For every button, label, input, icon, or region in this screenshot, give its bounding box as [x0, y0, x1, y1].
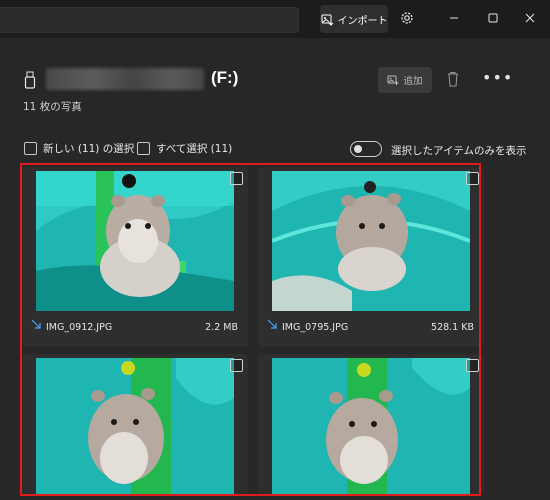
search-bar[interactable] — [0, 7, 299, 33]
close-icon[interactable] — [521, 9, 539, 27]
more-icon[interactable]: ••• — [482, 70, 513, 86]
photo-count: 11 枚の写真 — [23, 101, 82, 113]
toggle-knob — [354, 145, 362, 153]
import-button[interactable]: インポート — [320, 5, 388, 33]
gear-icon[interactable] — [398, 9, 416, 27]
select-new-checkbox[interactable]: 新しい (11) の選択 — [24, 141, 134, 156]
maximize-icon[interactable] — [484, 9, 502, 27]
import-icon — [321, 14, 333, 26]
add-label: 追加 — [403, 76, 423, 87]
select-all-checkbox[interactable]: すべて選択 (11) — [137, 141, 232, 156]
drive-name-blurred — [46, 68, 204, 90]
import-label: インポート — [337, 15, 388, 27]
title-bar: インポート — [0, 0, 550, 38]
select-new-label: 新しい (11) の選択 — [43, 143, 135, 155]
drive-letter: (F:) — [211, 68, 239, 87]
show-selected-toggle[interactable] — [350, 141, 382, 157]
usb-drive-icon — [24, 71, 36, 89]
minimize-icon[interactable] — [445, 9, 463, 27]
trash-icon[interactable] — [446, 71, 460, 87]
select-all-label: すべて選択 (11) — [156, 143, 233, 155]
add-button[interactable]: 追加 — [378, 67, 432, 93]
add-photo-icon — [387, 75, 399, 85]
checkbox-box[interactable] — [137, 142, 150, 155]
checkbox-box[interactable] — [24, 142, 37, 155]
show-selected-label: 選択したアイテムのみを表示 — [391, 145, 527, 157]
highlight-outline — [20, 163, 481, 496]
